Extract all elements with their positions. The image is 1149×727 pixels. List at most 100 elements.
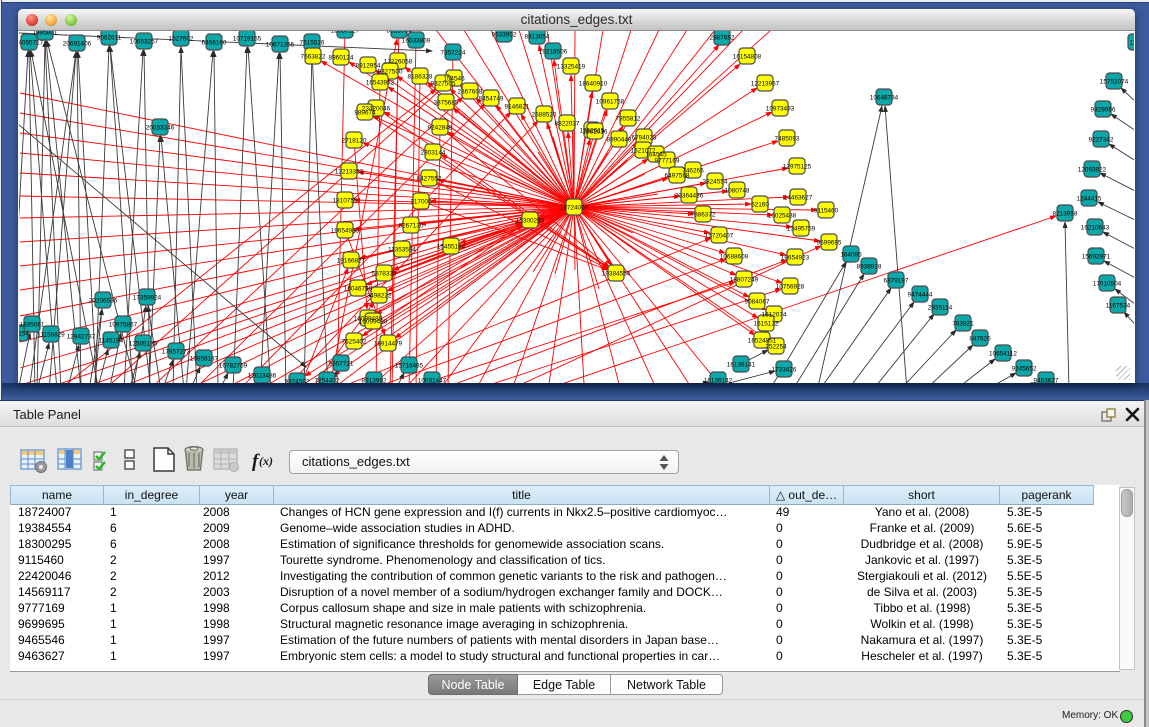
svg-text:1362616: 1362616 <box>583 128 608 135</box>
svg-text:1835061: 1835061 <box>20 321 45 328</box>
svg-text:9463627: 9463627 <box>1034 377 1059 383</box>
svg-text:8913992: 8913992 <box>362 377 387 383</box>
svg-text:9084067: 9084067 <box>745 298 770 305</box>
svg-text:9327500: 9327500 <box>378 68 403 75</box>
svg-text:14055717: 14055717 <box>19 39 44 46</box>
svg-text:15716485: 15716485 <box>395 362 424 369</box>
svg-text:1733426: 1733426 <box>772 366 797 373</box>
svg-text:746266: 746266 <box>682 167 704 174</box>
svg-text:1612074: 1612074 <box>762 311 787 318</box>
svg-text:12942737: 12942737 <box>67 333 96 340</box>
svg-text:8960124: 8960124 <box>329 54 354 61</box>
svg-text:20206536: 20206536 <box>89 297 118 304</box>
svg-text:12023486: 12023486 <box>248 372 277 379</box>
svg-text:5878335: 5878335 <box>372 270 397 277</box>
svg-text:16099490: 16099490 <box>359 318 388 325</box>
svg-text:252254: 252254 <box>765 343 787 350</box>
svg-text:9329966: 9329966 <box>1091 106 1116 113</box>
svg-text:8427552: 8427552 <box>417 175 442 182</box>
svg-text:1527602: 1527602 <box>169 35 194 42</box>
svg-text:13495759: 13495759 <box>787 225 816 232</box>
svg-text:7485093: 7485093 <box>775 135 800 142</box>
svg-text:10648784: 10648784 <box>870 94 899 101</box>
svg-text:19218506: 19218506 <box>539 48 568 55</box>
svg-text:12213967: 12213967 <box>751 80 780 87</box>
svg-text:1615132: 1615132 <box>754 320 779 327</box>
svg-text:8938928: 8938928 <box>857 263 882 270</box>
svg-text:20364436: 20364436 <box>675 192 704 199</box>
svg-text:10756928: 10756928 <box>776 283 805 290</box>
svg-text:2367608: 2367608 <box>458 88 483 95</box>
svg-text:9633902: 9633902 <box>492 31 517 38</box>
svg-text:11156829: 11156829 <box>37 331 65 338</box>
svg-text:18724007: 18724007 <box>560 204 589 211</box>
svg-text:6879197: 6879197 <box>884 277 909 284</box>
svg-text:16033809: 16033809 <box>402 37 431 44</box>
svg-text:164095: 164095 <box>840 251 862 258</box>
svg-text:16046798: 16046798 <box>344 285 373 292</box>
svg-text:10688609: 10688609 <box>720 253 749 260</box>
svg-text:10973493: 10973493 <box>766 105 795 112</box>
svg-text:11353594: 11353594 <box>388 246 416 253</box>
svg-text:14463627: 14463627 <box>784 194 813 201</box>
svg-text:16136141: 16136141 <box>727 361 756 368</box>
svg-text:6794028: 6794028 <box>632 134 657 141</box>
svg-text:7254402: 7254402 <box>315 377 340 383</box>
svg-text:13226058: 13226058 <box>384 58 413 65</box>
svg-text:7955812: 7955812 <box>616 115 641 122</box>
svg-text:12213363: 12213363 <box>335 168 364 175</box>
svg-text:1145194: 1145194 <box>99 337 124 344</box>
svg-text:3498222: 3498222 <box>367 292 392 299</box>
svg-text:7357224: 7357224 <box>441 49 466 56</box>
svg-text:10719155: 10719155 <box>233 35 262 42</box>
svg-text:1167534: 1167534 <box>1106 302 1131 309</box>
svg-text:19166827: 19166827 <box>337 257 366 264</box>
svg-text:989674: 989674 <box>354 109 376 116</box>
svg-text:3875685: 3875685 <box>434 99 459 106</box>
svg-text:6466160: 6466160 <box>202 39 227 46</box>
svg-text:8813904: 8813904 <box>387 31 412 34</box>
svg-text:16914479: 16914479 <box>374 340 403 347</box>
svg-text:18337127: 18337127 <box>331 31 360 34</box>
svg-text:19654983: 19654983 <box>331 227 360 234</box>
svg-text:7515526: 7515526 <box>300 39 325 46</box>
svg-text:7886372: 7886372 <box>691 211 716 218</box>
svg-text:16543952: 16543952 <box>366 79 395 86</box>
svg-text:3824554: 3824554 <box>703 178 728 185</box>
svg-text:10654112: 10654112 <box>989 350 1017 357</box>
svg-text:10975867: 10975867 <box>109 321 138 328</box>
svg-text:9777169: 9777169 <box>655 157 680 164</box>
svg-text:2718120: 2718120 <box>342 137 367 144</box>
svg-text:10961758: 10961758 <box>596 98 625 105</box>
svg-text:17957273: 17957273 <box>162 348 191 355</box>
svg-text:39154: 39154 <box>19 330 29 337</box>
svg-text:1080748: 1080748 <box>725 187 750 194</box>
svg-text:15692971: 15692971 <box>1082 253 1111 260</box>
svg-text:20053346: 20053346 <box>146 124 175 131</box>
svg-text:15751074: 15751074 <box>1100 78 1129 85</box>
svg-text:9146821: 9146821 <box>505 103 530 110</box>
svg-text:16136142: 16136142 <box>704 377 733 383</box>
svg-text:847626: 847626 <box>969 335 991 342</box>
svg-text:9857721: 9857721 <box>329 360 354 367</box>
svg-text:9245652: 9245652 <box>1012 365 1037 372</box>
svg-text:9062611: 9062611 <box>97 34 122 41</box>
svg-text:17359924: 17359924 <box>133 294 162 301</box>
svg-text:20691406: 20691406 <box>63 40 92 47</box>
svg-text:19654923: 19654923 <box>781 254 810 261</box>
svg-text:2588520: 2588520 <box>532 111 557 118</box>
svg-text:10671355: 10671355 <box>266 41 295 48</box>
svg-text:8822037: 8822037 <box>555 120 580 127</box>
svg-text:2887682: 2887682 <box>710 34 735 41</box>
svg-text:12975125: 12975125 <box>783 163 812 170</box>
svg-text:10653257: 10653257 <box>130 38 159 45</box>
svg-text:7663822: 7663822 <box>301 53 326 60</box>
svg-text:9474444: 9474444 <box>908 291 933 298</box>
svg-text:317006: 317006 <box>410 198 432 205</box>
svg-text:10958187: 10958187 <box>190 355 219 362</box>
svg-text:10091447: 10091447 <box>418 377 447 383</box>
svg-text:9699695: 9699695 <box>817 239 842 246</box>
svg-text:1112: 1112 <box>1129 39 1134 46</box>
svg-text:17010504: 17010504 <box>1093 280 1122 287</box>
svg-text:1810755: 1810755 <box>333 197 358 204</box>
